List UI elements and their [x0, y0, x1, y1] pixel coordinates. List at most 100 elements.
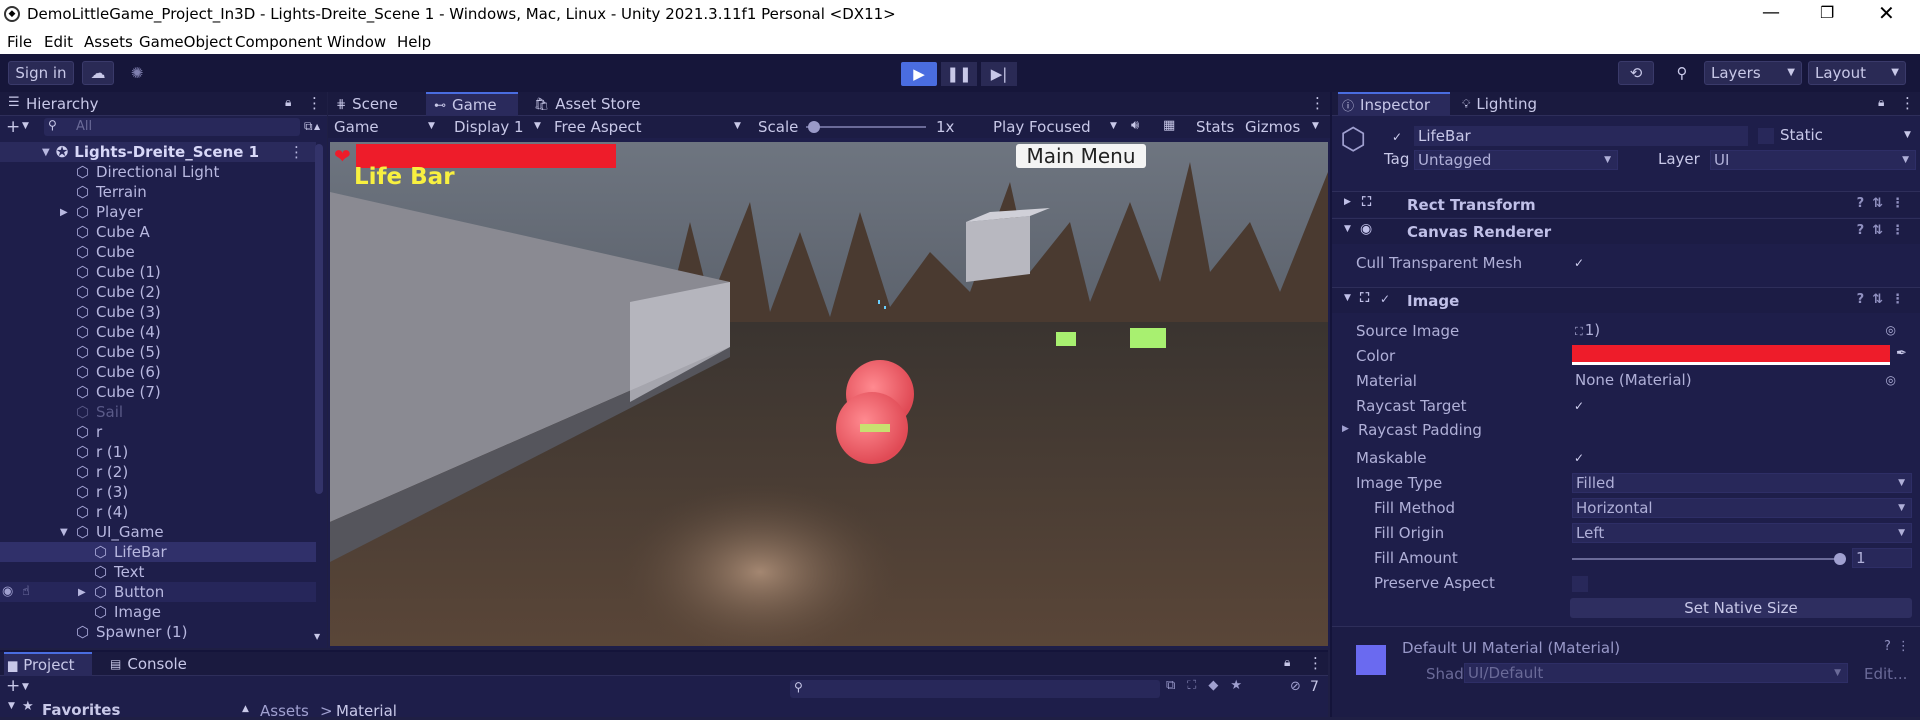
hierarchy-item[interactable]: ⬡ Cube (4)	[0, 322, 316, 342]
menu-gameobject[interactable]: GameObject	[139, 33, 233, 51]
hierarchy-item[interactable]: ▶ ⬡ Player	[0, 202, 316, 222]
menu-edit[interactable]: Edit	[44, 33, 73, 51]
pause-button[interactable]: ❚❚	[941, 62, 977, 86]
game-viewport[interactable]: ❤ Life Bar Main Menu	[330, 142, 1328, 646]
add-icon[interactable]: +	[6, 117, 20, 137]
image-header[interactable]: ▼ ⛶ ✓ Image ?⇅⋮	[1332, 287, 1920, 313]
cloud-icon[interactable]: ☁	[82, 61, 114, 85]
component-header-icons[interactable]: ?⇅⋮	[1857, 196, 1912, 211]
history-icon[interactable]: ⟲	[1618, 61, 1654, 85]
menu-file[interactable]: File	[7, 33, 32, 51]
preserve-aspect-checkbox[interactable]	[1572, 576, 1588, 592]
scene-visibility-icon[interactable]: ⧉	[304, 119, 313, 134]
tab-project[interactable]: ▆ Project	[4, 652, 92, 676]
scale-slider-track[interactable]	[806, 126, 926, 128]
tab-scene[interactable]: ⋕ Scene	[336, 92, 426, 116]
chevron-down-icon[interactable]: ▼	[1312, 121, 1319, 131]
chevron-right-icon[interactable]: ▶	[78, 587, 86, 598]
scroll-up-icon[interactable]: ▲	[314, 122, 320, 131]
chevron-right-icon[interactable]: ▶	[60, 207, 68, 218]
eyedropper-icon[interactable]: ✒	[1896, 346, 1907, 361]
close-icon[interactable]: ✕	[1878, 1, 1895, 25]
gizmos-button[interactable]: Gizmos	[1245, 118, 1300, 136]
chevron-down-icon[interactable]: ▼	[42, 147, 50, 158]
hierarchy-search-input[interactable]: ⚲ All	[44, 118, 300, 136]
hierarchy-item[interactable]: ⬡ Sail	[0, 402, 316, 422]
source-image-field[interactable]: ⛶ 1) ◎	[1572, 321, 1896, 341]
lock-icon[interactable]: 🔒︎	[1284, 655, 1290, 670]
tag-dropdown[interactable]: Untagged ▼	[1414, 150, 1618, 170]
fill-amount-input[interactable]: 1	[1852, 548, 1912, 568]
tab-game[interactable]: ⊷ Game	[426, 92, 518, 116]
cull-transparent-checkbox[interactable]: ✓	[1572, 256, 1586, 270]
chevron-down-icon[interactable]: ▼	[22, 121, 29, 131]
more-icon[interactable]: ⋮	[1310, 94, 1325, 112]
tab-lighting[interactable]: 💡︎ Lighting	[1462, 92, 1562, 116]
breadcrumb-assets[interactable]: Assets	[260, 702, 309, 720]
lock-icon[interactable]: 🔒︎	[285, 95, 291, 110]
image-enabled-checkbox[interactable]: ✓	[1380, 292, 1390, 306]
hierarchy-item[interactable]: ⬡ Image	[0, 602, 316, 622]
hierarchy-item[interactable]: ⬡ Cube (2)	[0, 282, 316, 302]
lock-icon[interactable]: 🔒︎	[1878, 95, 1884, 110]
hierarchy-item[interactable]: ⬡ Cube (6)	[0, 362, 316, 382]
hierarchy-item[interactable]: ▼ ⬡ UI_Game	[0, 522, 316, 542]
fill-amount-slider-thumb[interactable]	[1834, 553, 1846, 565]
raycast-target-checkbox[interactable]: ✓	[1572, 399, 1586, 413]
tab-console[interactable]: ▤ Console	[110, 652, 210, 676]
image-type-dropdown[interactable]: Filled ▼	[1572, 473, 1912, 493]
chevron-down-icon[interactable]: ▼	[60, 527, 68, 538]
layers-dropdown[interactable]: Layers ▼	[1704, 61, 1802, 85]
display-dropdown[interactable]: Display 1	[454, 118, 524, 136]
scroll-up-icon[interactable]: ▲	[242, 704, 249, 714]
scale-slider-thumb[interactable]	[808, 121, 820, 133]
mute-audio-icon[interactable]: 🔊︎	[1131, 118, 1139, 133]
hierarchy-item[interactable]: ⬡ r (4)	[0, 502, 316, 522]
object-picker-icon[interactable]: ◎	[1886, 371, 1896, 389]
material-field[interactable]: None (Material) ◎	[1572, 371, 1896, 391]
hierarchy-item[interactable]: ⬡ Cube A	[0, 222, 316, 242]
scene-row[interactable]: ▼ ✪ Lights-Dreite_Scene 1 ⋮	[0, 142, 316, 162]
hierarchy-item[interactable]: ⬡ Text	[0, 562, 316, 582]
menu-help[interactable]: Help	[397, 33, 431, 51]
breadcrumb-material[interactable]: Material	[336, 702, 397, 720]
more-icon[interactable]: ⋮	[1308, 654, 1323, 672]
hierarchy-item[interactable]: ⬡ r (1)	[0, 442, 316, 462]
hierarchy-item[interactable]: ⬡ Cube (5)	[0, 342, 316, 362]
sign-in-button[interactable]: Sign in	[8, 61, 74, 85]
stats-grid-icon[interactable]: ▦	[1163, 118, 1175, 133]
hierarchy-item[interactable]: ▶ ⬡ Button	[0, 582, 316, 602]
hierarchy-item[interactable]: ⬡ Cube (1)	[0, 262, 316, 282]
add-icon[interactable]: +	[6, 676, 20, 696]
play-button[interactable]: ▶	[901, 62, 937, 86]
hidden-eye-icon[interactable]: ⊘	[1290, 679, 1301, 694]
main-menu-button[interactable]: Main Menu	[1016, 144, 1146, 168]
pickable-hand-icon[interactable]: ☝	[22, 584, 30, 599]
game-mode-dropdown[interactable]: Game	[334, 118, 379, 136]
raycast-padding-label[interactable]: Raycast Padding	[1358, 421, 1482, 439]
menu-component[interactable]: Component	[235, 33, 322, 51]
set-native-size-button[interactable]: Set Native Size	[1570, 598, 1912, 618]
layout-dropdown[interactable]: Layout ▼	[1808, 61, 1906, 85]
hierarchy-item[interactable]: ⬡ r (2)	[0, 462, 316, 482]
object-picker-icon[interactable]: ◎	[1886, 321, 1896, 339]
project-filter-icons[interactable]: ⧉⛶◆★	[1166, 678, 1254, 693]
chevron-down-icon[interactable]: ▼	[734, 121, 741, 131]
hierarchy-item[interactable]: ⬡ Terrain	[0, 182, 316, 202]
layer-dropdown[interactable]: UI ▼	[1710, 150, 1916, 170]
hierarchy-item[interactable]: ⬡ Cube (7)	[0, 382, 316, 402]
tab-inspector[interactable]: ⓘ Inspector	[1338, 92, 1450, 116]
fill-method-dropdown[interactable]: Horizontal ▼	[1572, 498, 1912, 518]
step-button[interactable]: ▶|	[981, 62, 1017, 86]
rect-transform-header[interactable]: ▶ ⛶ Rect Transform ?⇅⋮	[1332, 191, 1920, 217]
favorites-label[interactable]: Favorites	[42, 701, 120, 719]
static-checkbox[interactable]	[1758, 128, 1774, 144]
scroll-down-icon[interactable]: ▼	[314, 632, 320, 641]
play-focus-dropdown[interactable]: Play Focused	[993, 118, 1091, 136]
aspect-dropdown[interactable]: Free Aspect	[554, 118, 642, 136]
project-search-input[interactable]: ⚲	[790, 680, 1160, 698]
hierarchy-item[interactable]: ⬡ r	[0, 422, 316, 442]
color-field[interactable]	[1572, 345, 1890, 365]
hierarchy-item[interactable]: ⬡ Cube (3)	[0, 302, 316, 322]
more-icon[interactable]: ⋮	[1900, 94, 1915, 112]
